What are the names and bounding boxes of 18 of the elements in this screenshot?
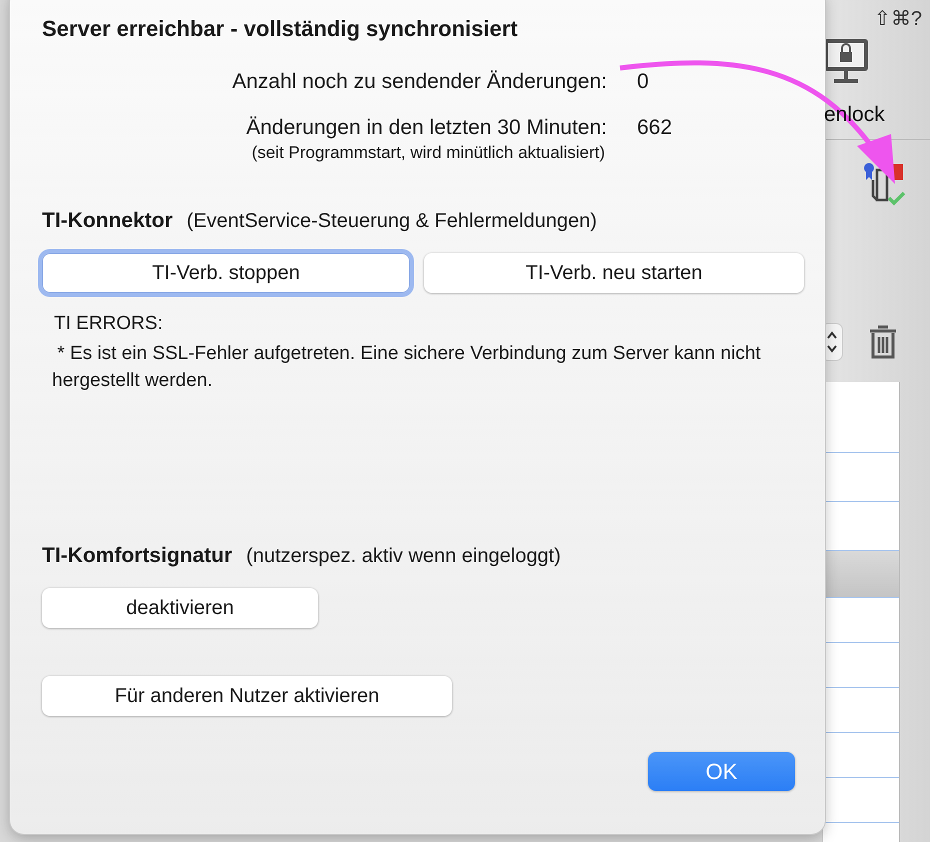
stat-label: Änderungen in den letzten 30 Minuten:: [245, 116, 607, 140]
stats-note: (seit Programmstart, wird minütlich aktualisiert): [250, 143, 605, 163]
section-subtitle: (EventService-Steuerung & Fehlermeldungen): [186, 210, 597, 233]
stat-value: 662: [637, 116, 674, 140]
signature-button[interactable]: Für anderen Nutzer aktivieren: [42, 676, 452, 716]
signature-button[interactable]: deaktivieren: [42, 588, 318, 628]
stat-label: Anzahl noch zu sendender Änderungen:: [231, 70, 607, 94]
trash-icon[interactable]: [868, 324, 898, 360]
error-message: * Es ist ein SSL-Fehler aufgetreten. Eine sichere Verbindung zum Server kann nicht hergestellt werden.: [52, 342, 762, 393]
popover-title: Server erreichbar - vollständig synchronisiert: [42, 16, 519, 42]
errors-heading: TI ERRORS:: [54, 313, 164, 335]
stat-value: 0: [637, 70, 650, 94]
section-title: TI-Konnektor: [42, 209, 173, 233]
section-title: TI-Komfortsignatur: [42, 544, 232, 568]
shortcut-hint: ⇧⌘?: [874, 7, 922, 31]
section-subtitle: (nutzerspez. aktiv wenn eingeloggt): [246, 545, 561, 568]
connection-button[interactable]: TI-Verb. neu starten: [424, 253, 804, 293]
connection-button[interactable]: TI-Verb. stoppen: [42, 253, 410, 293]
